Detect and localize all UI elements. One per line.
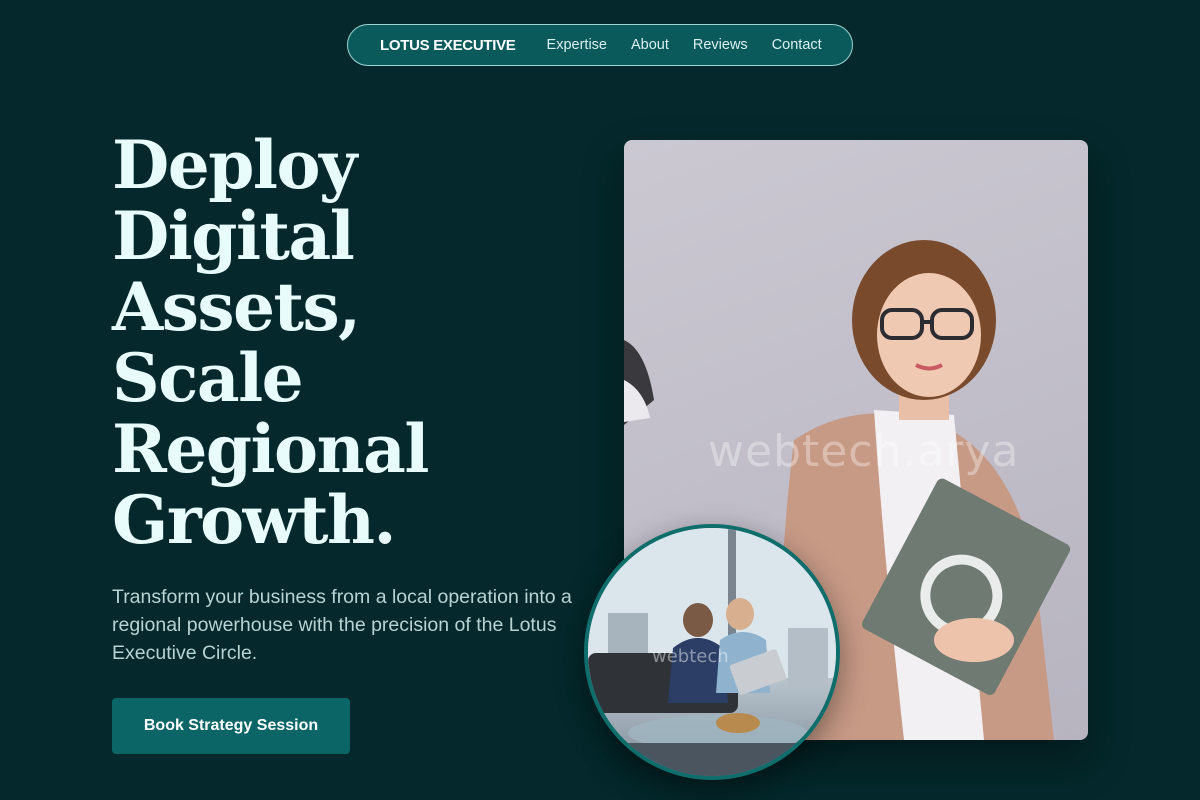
nav-link-expertise[interactable]: Expertise xyxy=(547,37,607,53)
nav-link-about[interactable]: About xyxy=(631,37,669,53)
portrait-watermark: webtech.arya xyxy=(708,426,1020,477)
headline-line: Regional xyxy=(112,410,429,488)
inset-watermark: webtech xyxy=(652,646,729,667)
nav-link-contact[interactable]: Contact xyxy=(772,37,822,53)
top-navigation: LOTUS EXECUTIVE Expertise About Reviews … xyxy=(347,24,853,66)
meeting-inset-image: webtech xyxy=(584,524,840,780)
headline-line: Scale xyxy=(112,339,304,417)
hero-subtitle: Transform your business from a local ope… xyxy=(112,586,572,664)
book-strategy-session-button[interactable]: Book Strategy Session xyxy=(112,698,350,754)
brand-logo[interactable]: LOTUS EXECUTIVE xyxy=(380,37,516,54)
headline-line: Assets, xyxy=(112,268,361,346)
hero-headline: Deploy Digital Assets, Scale Regional Gr… xyxy=(112,130,592,556)
nav-link-reviews[interactable]: Reviews xyxy=(693,37,748,53)
headline-line: Digital xyxy=(112,197,355,275)
headline-line: Growth. xyxy=(112,481,396,559)
headline-line: Deploy xyxy=(112,126,357,204)
